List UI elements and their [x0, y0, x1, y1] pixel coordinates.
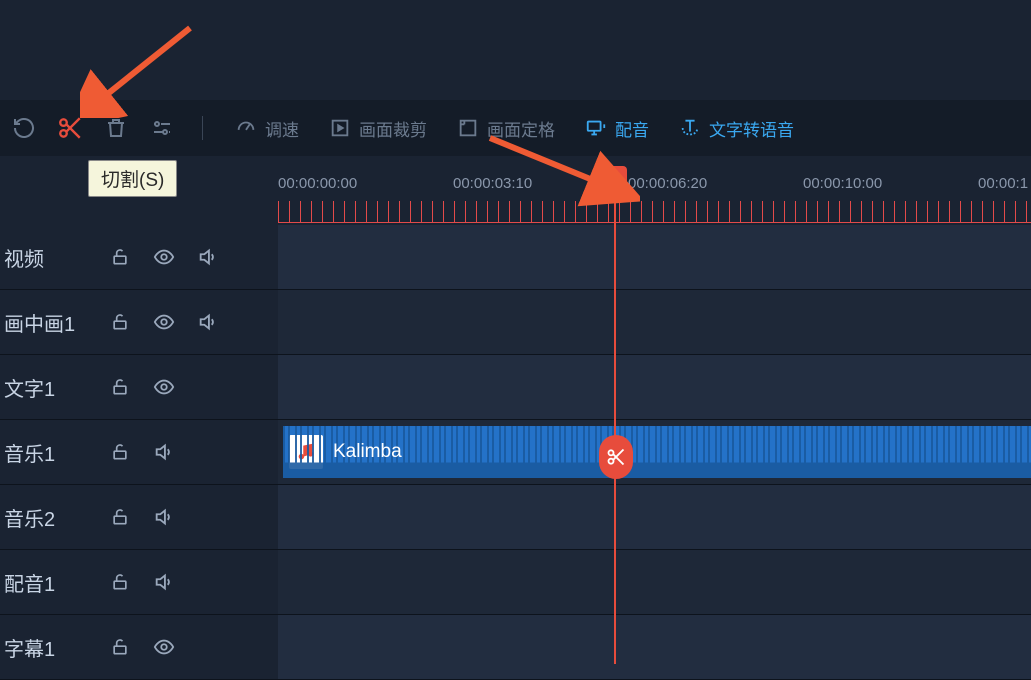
track-row-text1: 文字1 [0, 355, 1031, 420]
track-head: 音乐2 [0, 485, 278, 549]
ruler-time: 00:00:10:00 [803, 175, 882, 192]
lock-open-icon[interactable] [107, 569, 133, 595]
cut-tooltip: 切割(S) [88, 160, 177, 197]
tts-label: 文字转语音 [709, 116, 794, 141]
ruler-time: 00:00:00:00 [278, 175, 357, 192]
lock-open-icon[interactable] [107, 504, 133, 530]
dub-button[interactable]: 配音 [579, 112, 655, 145]
ruler-time: 00:00:06:20 [628, 175, 707, 192]
freeze-icon [457, 117, 479, 139]
ruler-time: 00:00:1 [978, 175, 1028, 192]
toolbar: 调速 画面裁剪 画面定格 配音 文字转语音 [0, 100, 1031, 156]
scissors-icon[interactable] [56, 114, 84, 142]
lock-open-icon[interactable] [107, 634, 133, 660]
ruler-ticks [278, 201, 1031, 223]
track-body[interactable]: Kalimba [278, 420, 1031, 484]
freeze-label: 画面定格 [487, 116, 555, 141]
track-body[interactable] [278, 225, 1031, 289]
track-head: 音乐1 [0, 420, 278, 484]
eye-icon[interactable] [151, 374, 177, 400]
track-label: 音乐2 [4, 503, 89, 532]
track-row-subtitle1: 字幕1 [0, 615, 1031, 680]
lock-open-icon[interactable] [107, 244, 133, 270]
dub-label: 配音 [615, 116, 649, 141]
playhead[interactable] [614, 168, 616, 664]
toolbar-divider [202, 116, 203, 140]
timeline-ruler[interactable]: 00:00:00:00 00:00:03:10 00:00:06:20 00:0… [278, 175, 1031, 225]
tts-button[interactable]: 文字转语音 [673, 112, 800, 145]
playhead-handle[interactable] [603, 166, 627, 188]
track-row-music2: 音乐2 [0, 485, 1031, 550]
track-body[interactable] [278, 615, 1031, 679]
track-body[interactable] [278, 290, 1031, 354]
track-label: 文字1 [4, 373, 89, 402]
tracks-panel: 视频 画中画1 文字1 音乐1 [0, 225, 1031, 680]
track-body[interactable] [278, 485, 1031, 549]
lock-open-icon[interactable] [107, 374, 133, 400]
clip-name: Kalimba [333, 441, 402, 463]
crop-icon [329, 117, 351, 139]
track-row-video: 视频 [0, 225, 1031, 290]
speed-button[interactable]: 调速 [229, 112, 305, 145]
crop-label: 画面裁剪 [359, 116, 427, 141]
cut-indicator-icon[interactable] [599, 435, 633, 479]
track-label: 字幕1 [4, 633, 89, 662]
tts-icon [679, 117, 701, 139]
track-body[interactable] [278, 355, 1031, 419]
lock-open-icon[interactable] [107, 309, 133, 335]
eye-icon[interactable] [151, 309, 177, 335]
track-head: 文字1 [0, 355, 278, 419]
track-head: 视频 [0, 225, 278, 289]
speed-label: 调速 [265, 116, 299, 141]
eye-icon[interactable] [151, 244, 177, 270]
track-label: 配音1 [4, 568, 89, 597]
freeze-button[interactable]: 画面定格 [451, 112, 561, 145]
track-head: 配音1 [0, 550, 278, 614]
eye-icon[interactable] [151, 634, 177, 660]
crop-button[interactable]: 画面裁剪 [323, 112, 433, 145]
sound-icon[interactable] [151, 569, 177, 595]
lock-open-icon[interactable] [107, 439, 133, 465]
track-head: 字幕1 [0, 615, 278, 679]
adjust-icon[interactable] [148, 114, 176, 142]
sound-icon[interactable] [195, 244, 221, 270]
sound-icon[interactable] [195, 309, 221, 335]
audio-clip[interactable]: Kalimba [283, 426, 1031, 478]
ruler-times: 00:00:00:00 00:00:03:10 00:00:06:20 00:0… [278, 175, 1031, 201]
track-row-dub1: 配音1 [0, 550, 1031, 615]
track-head: 画中画1 [0, 290, 278, 354]
sound-icon[interactable] [151, 504, 177, 530]
ruler-time: 00:00:03:10 [453, 175, 532, 192]
trash-icon[interactable] [102, 114, 130, 142]
track-row-pip1: 画中画1 [0, 290, 1031, 355]
sound-icon[interactable] [151, 439, 177, 465]
track-label: 画中画1 [4, 308, 89, 337]
speed-icon [235, 117, 257, 139]
track-label: 视频 [4, 243, 89, 272]
redo-icon[interactable] [10, 114, 38, 142]
dub-icon [585, 117, 607, 139]
track-label: 音乐1 [4, 438, 89, 467]
track-row-music1: 音乐1 Kalimba [0, 420, 1031, 485]
track-body[interactable] [278, 550, 1031, 614]
